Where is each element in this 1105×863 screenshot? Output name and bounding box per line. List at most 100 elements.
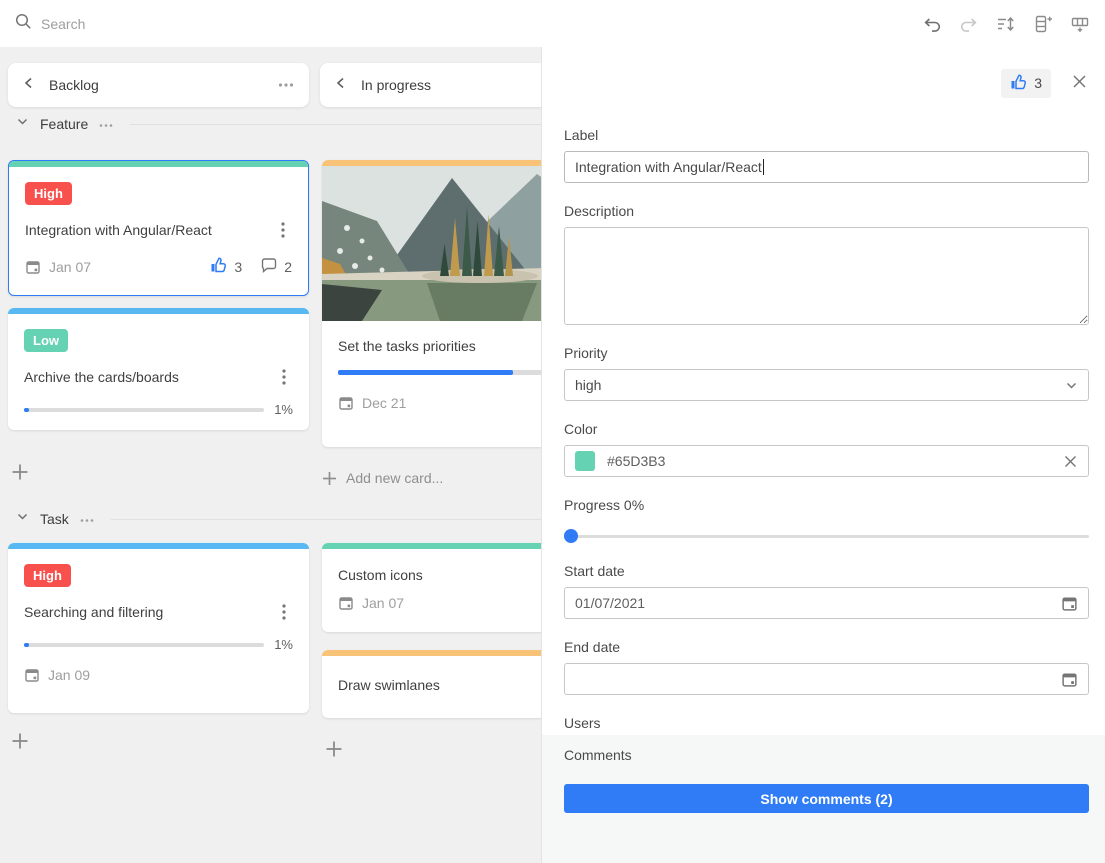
undo-icon[interactable] [921,13,943,35]
likes-badge[interactable]: 3 [1001,69,1051,98]
add-card-button[interactable] [324,740,344,760]
card-title: Set the tasks priorities [338,338,541,354]
card-menu-icon[interactable] [275,368,293,386]
card-progress[interactable]: 1% [24,637,293,652]
card-set-tasks-priorities[interactable]: Set the tasks priorities Dec 21 [322,160,541,447]
card-integration-angular-react[interactable]: High Integration with Angular/React Jan … [8,160,309,296]
calendar-icon [25,259,41,275]
field-label: Priority [564,345,1089,361]
toolbar-icons [921,13,1091,35]
calendar-icon[interactable] [1061,671,1078,688]
card-draw-swimlanes[interactable]: Draw swimlanes [322,650,541,718]
end-date-input[interactable] [564,663,1089,695]
swimlane-task: Task [16,507,541,531]
label-field-group: Label Integration with Angular/React [564,127,1089,183]
progress-percent: 1% [274,637,293,652]
chevron-down-icon[interactable] [16,510,29,528]
comments-count: 2 [284,259,292,275]
add-new-card-button[interactable]: Add new card... [322,470,443,486]
kanban-board: Backlog In progress Feature High [0,47,541,863]
comments-section: Comments Show comments (2) [542,735,1105,863]
card-title: Draw swimlanes [338,677,541,693]
card-menu-icon[interactable] [274,221,292,239]
chevron-left-icon[interactable] [22,76,36,95]
priority-field-group: Priority high [564,345,1089,401]
text-cursor [763,159,764,175]
search-input[interactable] [41,16,341,32]
card-custom-icons[interactable]: Custom icons Jan 07 [322,543,541,632]
sort-icon[interactable] [995,13,1017,35]
swimlane-label: Task [40,511,69,527]
swimlane-divider [111,519,541,520]
card-title: Searching and filtering [24,604,275,620]
likes-count: 3 [234,259,242,275]
editor-panel: 3 Label Integration with Angular/React D… [541,47,1105,863]
calendar-icon [338,395,354,411]
search-box[interactable] [14,12,921,35]
card-menu-icon[interactable] [275,603,293,621]
card-date: Dec 21 [338,395,406,411]
field-label: Users [564,715,1089,731]
field-label: End date [564,639,1089,655]
chevron-left-icon[interactable] [334,76,348,95]
end-date-field-group: End date [564,639,1089,695]
close-icon[interactable] [1069,73,1089,93]
chevron-down-icon [1065,379,1078,392]
chevron-down-icon[interactable] [16,115,29,133]
comments-label: Comments [564,747,1089,763]
column-header-in-progress[interactable]: In progress [320,63,541,107]
add-row-icon[interactable] [1069,13,1091,35]
progress-field-group: Progress 0% [564,497,1089,543]
thumb-up-icon [1010,73,1028,94]
column-header-backlog[interactable]: Backlog [8,63,309,107]
card-color-bar [322,650,541,656]
swimlane-divider [130,124,541,125]
priority-select[interactable]: high [564,369,1089,401]
column-menu-icon[interactable] [277,76,295,94]
comment-icon[interactable] [260,256,278,277]
slider-thumb[interactable] [564,529,578,543]
description-textarea[interactable] [564,227,1089,325]
card-title: Integration with Angular/React [25,222,274,238]
color-input[interactable]: #65D3B3 [564,445,1089,477]
search-icon [14,12,32,35]
swimlane-label: Feature [40,116,88,132]
redo-icon[interactable] [958,13,980,35]
card-progress[interactable] [338,370,541,375]
description-field-group: Description [564,203,1089,325]
progress-percent: 1% [274,402,293,417]
priority-badge: High [24,564,71,587]
card-title: Archive the cards/boards [24,369,275,385]
calendar-icon [24,667,40,683]
label-input[interactable]: Integration with Angular/React [564,151,1089,183]
toolbar [0,0,1105,47]
kanban-app: Backlog In progress Feature High [0,0,1105,863]
color-swatch [575,451,595,471]
card-title: Custom icons [338,567,541,583]
likes-count: 3 [1034,75,1042,91]
swimlane-feature: Feature [16,112,541,136]
swimlane-menu-icon[interactable] [99,115,113,133]
card-archive-cards-boards[interactable]: Low Archive the cards/boards 1% [8,308,309,430]
priority-badge: Low [24,329,68,352]
plus-icon [322,471,337,486]
slider-track [564,535,1089,538]
thumb-up-icon[interactable] [210,256,228,277]
card-searching-filtering[interactable]: High Searching and filtering 1% Jan 09 [8,543,309,713]
calendar-icon[interactable] [1061,595,1078,612]
color-field-group: Color #65D3B3 [564,421,1089,477]
field-label: Progress 0% [564,497,1089,513]
start-date-input[interactable]: 01/07/2021 [564,587,1089,619]
card-progress[interactable]: 1% [24,402,293,417]
progress-slider[interactable] [564,529,1089,543]
swimlane-menu-icon[interactable] [80,510,94,528]
add-column-icon[interactable] [1032,13,1054,35]
add-card-button[interactable] [10,463,30,483]
card-date: Jan 07 [338,595,404,611]
field-label: Description [564,203,1089,219]
clear-icon[interactable] [1063,454,1078,469]
card-date: Jan 07 [25,259,91,275]
add-card-button[interactable] [10,732,30,752]
priority-badge: High [25,182,72,205]
show-comments-button[interactable]: Show comments (2) [564,784,1089,813]
